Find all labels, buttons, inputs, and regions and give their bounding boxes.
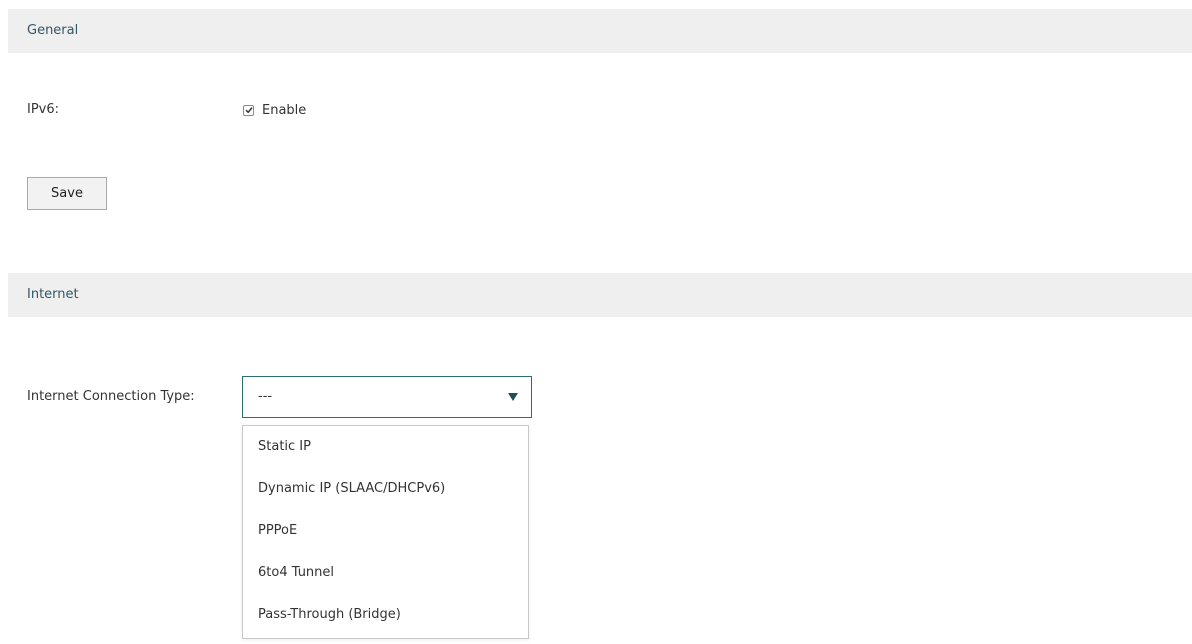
select-value: --- — [258, 389, 273, 404]
ipv6-label: IPv6: — [27, 102, 60, 117]
option-dynamic-ip[interactable]: Dynamic IP (SLAAC/DHCPv6) — [243, 468, 528, 510]
triangle-down-icon — [508, 393, 518, 401]
enable-checkbox[interactable] — [243, 104, 254, 116]
enable-label: Enable — [262, 102, 307, 118]
ipv6-enable-row[interactable]: Enable — [243, 100, 306, 120]
connection-type-dropdown: Static IP Dynamic IP (SLAAC/DHCPv6) PPPo… — [242, 425, 529, 639]
option-pass-through[interactable]: Pass-Through (Bridge) — [243, 594, 528, 636]
option-6to4-tunnel[interactable]: 6to4 Tunnel — [243, 552, 528, 594]
checkmark-icon — [245, 106, 253, 113]
option-static-ip[interactable]: Static IP — [243, 426, 528, 468]
connection-type-label: Internet Connection Type: — [27, 389, 195, 404]
option-pppoe[interactable]: PPPoE — [243, 510, 528, 552]
internet-section-header: Internet — [8, 273, 1192, 317]
save-button[interactable]: Save — [27, 177, 107, 210]
connection-type-select[interactable]: --- — [242, 376, 532, 418]
general-section-header: General — [8, 9, 1192, 53]
